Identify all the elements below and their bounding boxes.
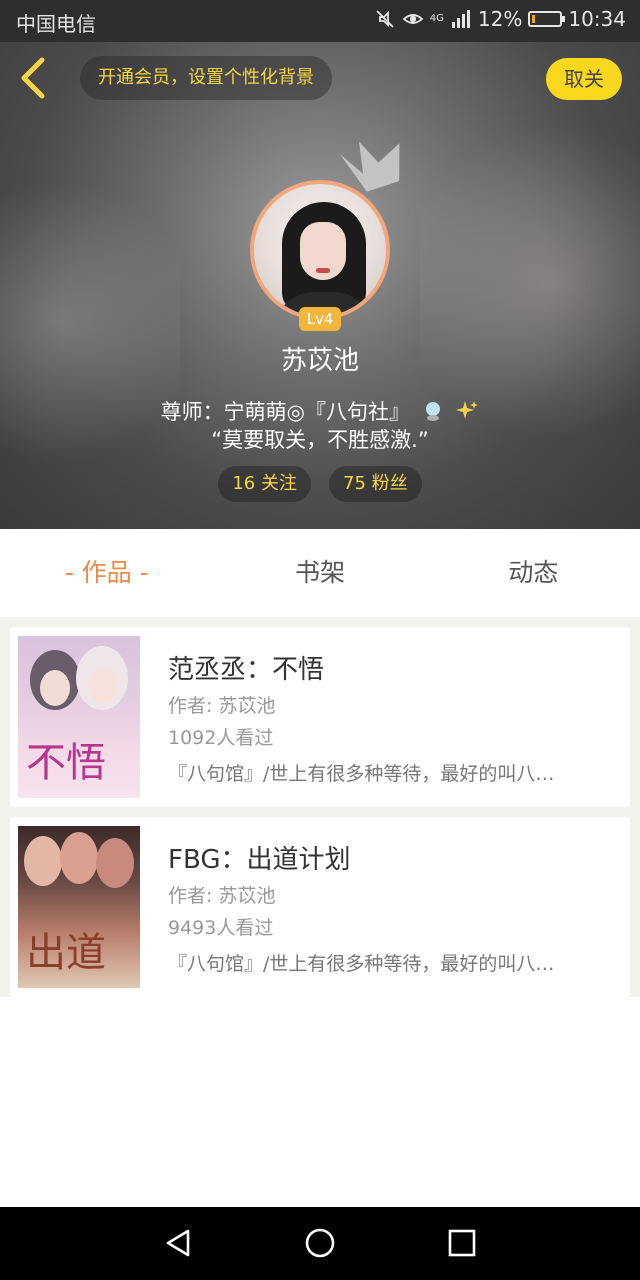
- works-list: 不悟 范丞丞：不悟 作者: 苏苡池 1092人看过 『八句馆』/世上有很多种等待…: [0, 617, 640, 997]
- book-author: 作者: 苏苡池: [168, 885, 276, 907]
- nav-recent-icon[interactable]: [444, 1225, 480, 1261]
- back-chevron-icon[interactable]: [14, 56, 54, 100]
- eye-icon: [402, 14, 424, 24]
- tab-works[interactable]: - 作品 -: [0, 529, 213, 617]
- level-badge: Lv4: [299, 307, 341, 331]
- list-item[interactable]: 不悟 范丞丞：不悟 作者: 苏苡池 1092人看过 『八句馆』/世上有很多种等待…: [10, 627, 630, 807]
- profile-header: 开通会员，设置个性化背景 取关 Lv4 苏苡池 尊师：宁萌萌◎『八句社』 “莫要…: [0, 42, 640, 529]
- book-title[interactable]: FBG：出道计划: [168, 839, 350, 876]
- sparkles-icon: [456, 401, 479, 419]
- book-cover[interactable]: 出道: [18, 826, 140, 988]
- book-views: 9493人看过: [168, 917, 274, 939]
- followers-count[interactable]: 75 粉丝: [329, 466, 422, 502]
- status-icons: 4G 12% 10:34: [374, 7, 626, 31]
- book-cover-title: 不悟: [26, 740, 106, 786]
- vip-background-banner[interactable]: 开通会员，设置个性化背景: [80, 56, 332, 100]
- profile-stats: 16 关注 75 粉丝: [0, 466, 640, 502]
- signal-icon: [451, 10, 470, 28]
- bio-line-1: 尊师：宁萌萌◎『八句社』: [0, 396, 640, 426]
- book-description: 『八句馆』/世上有很多种等待，最好的叫八…: [168, 763, 555, 785]
- nav-back-icon[interactable]: [160, 1225, 196, 1261]
- status-bar: 中国电信 4G 12% 10:34: [0, 0, 640, 42]
- book-description: 『八句馆』/世上有很多种等待，最好的叫八…: [168, 953, 555, 975]
- battery-icon: [528, 11, 566, 27]
- nav-home-icon[interactable]: [302, 1225, 338, 1261]
- bio-line-2: “莫要取关，不胜感激.”: [211, 428, 429, 452]
- system-nav-bar: [0, 1207, 640, 1280]
- tab-bookshelf[interactable]: 书架: [213, 529, 426, 617]
- profile-tabs: - 作品 - 书架 动态: [0, 529, 640, 617]
- unfollow-button[interactable]: 取关: [546, 58, 622, 100]
- avatar[interactable]: [250, 180, 390, 320]
- crown-icon: [339, 141, 400, 192]
- carrier-label: 中国电信: [16, 12, 96, 36]
- book-views: 1092人看过: [168, 727, 274, 749]
- username: 苏苡池: [280, 346, 359, 376]
- list-item[interactable]: 出道 FBG：出道计划 作者: 苏苡池 9493人看过 『八句馆』/世上有很多种…: [10, 817, 630, 997]
- battery-percent: 12%: [477, 7, 523, 31]
- mute-icon: [376, 10, 394, 28]
- book-title[interactable]: 范丞丞：不悟: [168, 649, 324, 686]
- book-author: 作者: 苏苡池: [168, 695, 276, 717]
- crystal-ball-icon: [425, 402, 440, 421]
- following-count[interactable]: 16 关注: [218, 466, 311, 502]
- network-label: 4G: [429, 13, 444, 24]
- clock: 10:34: [568, 7, 626, 31]
- book-cover-title: 出道: [26, 930, 106, 976]
- book-cover[interactable]: 不悟: [18, 636, 140, 798]
- tab-activity[interactable]: 动态: [427, 529, 640, 617]
